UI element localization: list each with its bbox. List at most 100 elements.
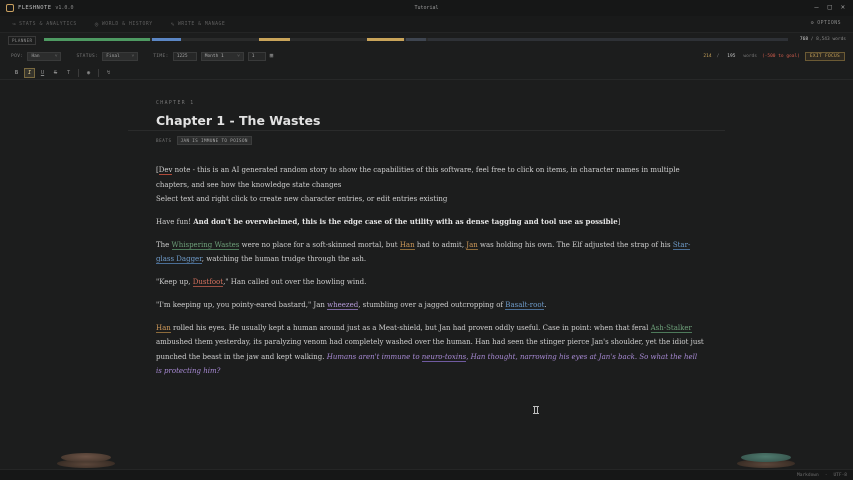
status-separator: ·	[824, 472, 828, 478]
paragraph[interactable]: [Dev note - this is an AI generated rand…	[156, 163, 704, 207]
word-separator: /	[716, 53, 720, 59]
text-span: , watching the human trudge through the …	[201, 255, 367, 264]
paragraph[interactable]: "I'm keeping up, you pointy-eared bastar…	[156, 298, 704, 313]
entity-character-link[interactable]: Han	[399, 240, 415, 250]
format-toolbar: B I U S T ◉ ↯	[0, 66, 853, 80]
italic-button[interactable]: I	[24, 67, 35, 78]
beat-tag[interactable]: JAN IS IMMUNE TO POISON	[176, 136, 252, 145]
window-title: Tutorial	[414, 5, 439, 11]
text-span: Select text and right click to create ne…	[156, 195, 448, 203]
entity-item-link[interactable]: Basalt-root	[505, 301, 545, 311]
total-words: / 8,543 words	[810, 37, 846, 42]
app-name: FLESHNOTE	[18, 5, 52, 11]
chapter-segment[interactable]	[406, 38, 426, 41]
bold-text: And don't be overwhelmed, this is the ed…	[193, 216, 618, 226]
pedestal-top	[741, 453, 791, 462]
chapter-text[interactable]: [Dev note - this is an AI generated rand…	[156, 163, 704, 387]
title-divider	[128, 130, 725, 131]
editor-area[interactable]: CHAPTER 1 Chapter 1 - The Wastes BEATS J…	[0, 81, 853, 468]
text-span: , stumbling over a jagged outcropping of	[358, 301, 506, 310]
entity-creature-link[interactable]: Dustfoot	[192, 278, 224, 288]
tab-label: WRITE & MANAGE	[177, 21, 226, 27]
strikethrough-button[interactable]: S	[50, 68, 61, 78]
chapter-segment[interactable]	[44, 38, 150, 41]
tab-label: WORLD & HISTORY	[101, 21, 153, 27]
entity-tag-link[interactable]: wheezed	[327, 301, 359, 311]
tab-label: STATS & ANALYTICS	[19, 21, 77, 27]
chapter-word-target[interactable]: 195	[727, 54, 735, 59]
chapter-segment[interactable]	[367, 38, 404, 41]
globe-icon: ◎	[94, 20, 99, 28]
year-value: 1225	[176, 53, 188, 59]
text-span: "Keep up,	[156, 278, 193, 287]
chapter-word-count: 214	[703, 53, 712, 59]
day-input[interactable]: 1	[247, 51, 266, 61]
pen-icon: ✎	[170, 20, 175, 28]
pov-select[interactable]: Han ˅	[27, 51, 62, 61]
title-bar: FLESHNOTE v1.0.0 Tutorial — □ ✕	[0, 0, 853, 16]
underline-button[interactable]: U	[37, 68, 48, 78]
entity-character-link[interactable]: Jan	[466, 240, 478, 250]
tab-world[interactable]: ◎ WORLD & HISTORY	[95, 21, 153, 28]
text-span: .	[544, 301, 547, 310]
toolbar-divider	[78, 68, 79, 77]
status-label: STATUS:	[76, 53, 99, 59]
beats-label: BEATS	[156, 138, 172, 143]
chapter-segment[interactable]	[428, 38, 788, 41]
minimize-icon[interactable]: —	[814, 3, 818, 11]
right-pedestal-decoration	[737, 453, 795, 469]
year-input[interactable]: 1225	[172, 51, 197, 61]
goal-remaining: (-500 to goal)	[761, 53, 800, 59]
chapter-segment[interactable]	[259, 38, 290, 41]
left-pedestal-decoration	[57, 453, 115, 469]
status-value: Final	[106, 53, 120, 59]
chapter-segment[interactable]	[152, 38, 181, 41]
chart-icon: ↝	[12, 20, 17, 28]
calendar-icon[interactable]: ▦	[270, 53, 273, 59]
text-span: , Han thought, narrowing his eyes at Jan…	[466, 352, 638, 361]
month-value: Month 1	[204, 53, 224, 59]
spellcheck-word[interactable]: Dev	[158, 166, 173, 175]
exit-focus-button[interactable]: EXIT FOCUS	[804, 51, 845, 61]
chapter-meta-toolbar: POV: Han ˅ STATUS: Final ˅ TIME: 1225 Mo…	[0, 49, 853, 63]
planner-button[interactable]: PLANNER	[8, 35, 37, 45]
lightning-icon[interactable]: ↯	[103, 68, 114, 78]
options-button[interactable]: ⚙ OPTIONS	[811, 21, 841, 26]
paragraph[interactable]: "Keep up, Dustfoot," Han called out over…	[156, 275, 704, 290]
clear-format-button[interactable]: T	[63, 68, 74, 78]
bold-button[interactable]: B	[11, 68, 22, 78]
tab-write[interactable]: ✎ WRITE & MANAGE	[171, 21, 226, 28]
status-select[interactable]: Final ˅	[102, 51, 139, 61]
entity-tag-link[interactable]: neuro-toxins	[421, 352, 467, 362]
entity-character-link[interactable]: Han	[156, 323, 171, 333]
paragraph[interactable]: Have fun! And don't be overwhelmed, this…	[156, 215, 704, 230]
close-icon[interactable]: ✕	[841, 3, 845, 11]
chapter-progress-track[interactable]	[44, 38, 788, 41]
current-words: 768	[799, 37, 809, 42]
text-span: note - this is an AI generated random st…	[156, 166, 680, 189]
text-span: Have fun!	[156, 217, 194, 226]
app-logo-icon	[6, 4, 14, 12]
maximize-icon[interactable]: □	[828, 3, 832, 11]
tab-stats[interactable]: ↝ STATS & ANALYTICS	[12, 21, 77, 28]
text-span: rolled his eyes. He usually kept a human…	[170, 323, 651, 332]
eye-icon[interactable]: ◉	[83, 68, 94, 78]
main-tab-bar: ↝ STATS & ANALYTICS ◎ WORLD & HISTORY ✎ …	[0, 16, 853, 33]
month-select[interactable]: Month 1 ˅	[200, 51, 244, 61]
entity-place-link[interactable]: Whispering Wastes	[171, 240, 240, 250]
word-progress-bar: PLANNER 768 / 8,543 words	[0, 34, 853, 46]
text-span: The	[156, 240, 172, 249]
paragraph[interactable]: The Whispering Wastes were no place for …	[156, 238, 704, 267]
app-version: v1.0.0	[55, 5, 74, 11]
entity-creature-link[interactable]: Ash-Stalker	[650, 323, 692, 333]
window-controls: — □ ✕	[814, 3, 845, 11]
text-span: "I'm keeping up, you pointy-eared bastar…	[156, 301, 328, 310]
words-label: words	[743, 53, 757, 59]
editor-mode: Markdown	[797, 472, 819, 478]
text-span: were no place for a soft-skinned mortal,…	[239, 240, 400, 249]
paragraph[interactable]: Han rolled his eyes. He usually kept a h…	[156, 321, 704, 379]
chapter-title[interactable]: Chapter 1 - The Wastes	[156, 113, 320, 128]
status-bar: Markdown · UTF-8	[0, 469, 853, 480]
text-span: had to admit,	[414, 240, 467, 249]
chapter-label: CHAPTER 1	[156, 101, 195, 106]
